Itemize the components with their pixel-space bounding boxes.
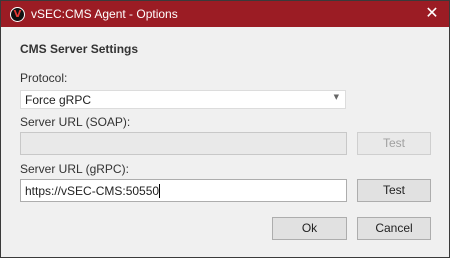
window-title: vSEC:CMS Agent - Options: [31, 7, 178, 21]
ok-button[interactable]: Ok: [272, 217, 347, 240]
protocol-select[interactable]: Force gRPC ▼: [20, 90, 346, 109]
grpc-test-button[interactable]: Test: [357, 179, 431, 202]
cancel-button[interactable]: Cancel: [357, 217, 431, 240]
grpc-url-input[interactable]: https://vSEC-CMS:50550: [20, 179, 347, 202]
section-title: CMS Server Settings: [20, 42, 139, 56]
grpc-url-value: https://vSEC-CMS:50550: [25, 184, 160, 198]
protocol-label: Protocol:: [20, 71, 68, 85]
grpc-url-text: https://vSEC-CMS:50550: [25, 184, 161, 198]
options-dialog: V vSEC:CMS Agent - Options ✕ CMS Server …: [0, 0, 450, 258]
grpc-url-label: Server URL (gRPC):: [20, 162, 129, 176]
soap-url-label: Server URL (SOAP):: [20, 115, 131, 129]
text-caret: [159, 184, 161, 198]
protocol-selected-value: Force gRPC: [25, 93, 92, 107]
chevron-down-icon: ▼: [333, 93, 339, 101]
close-button[interactable]: ✕: [421, 3, 443, 25]
soap-url-input[interactable]: [20, 132, 347, 155]
soap-test-button[interactable]: Test: [357, 132, 431, 155]
close-icon: ✕: [425, 3, 439, 22]
app-logo-icon: V: [10, 7, 25, 22]
title-bar[interactable]: V vSEC:CMS Agent - Options ✕: [1, 1, 449, 27]
